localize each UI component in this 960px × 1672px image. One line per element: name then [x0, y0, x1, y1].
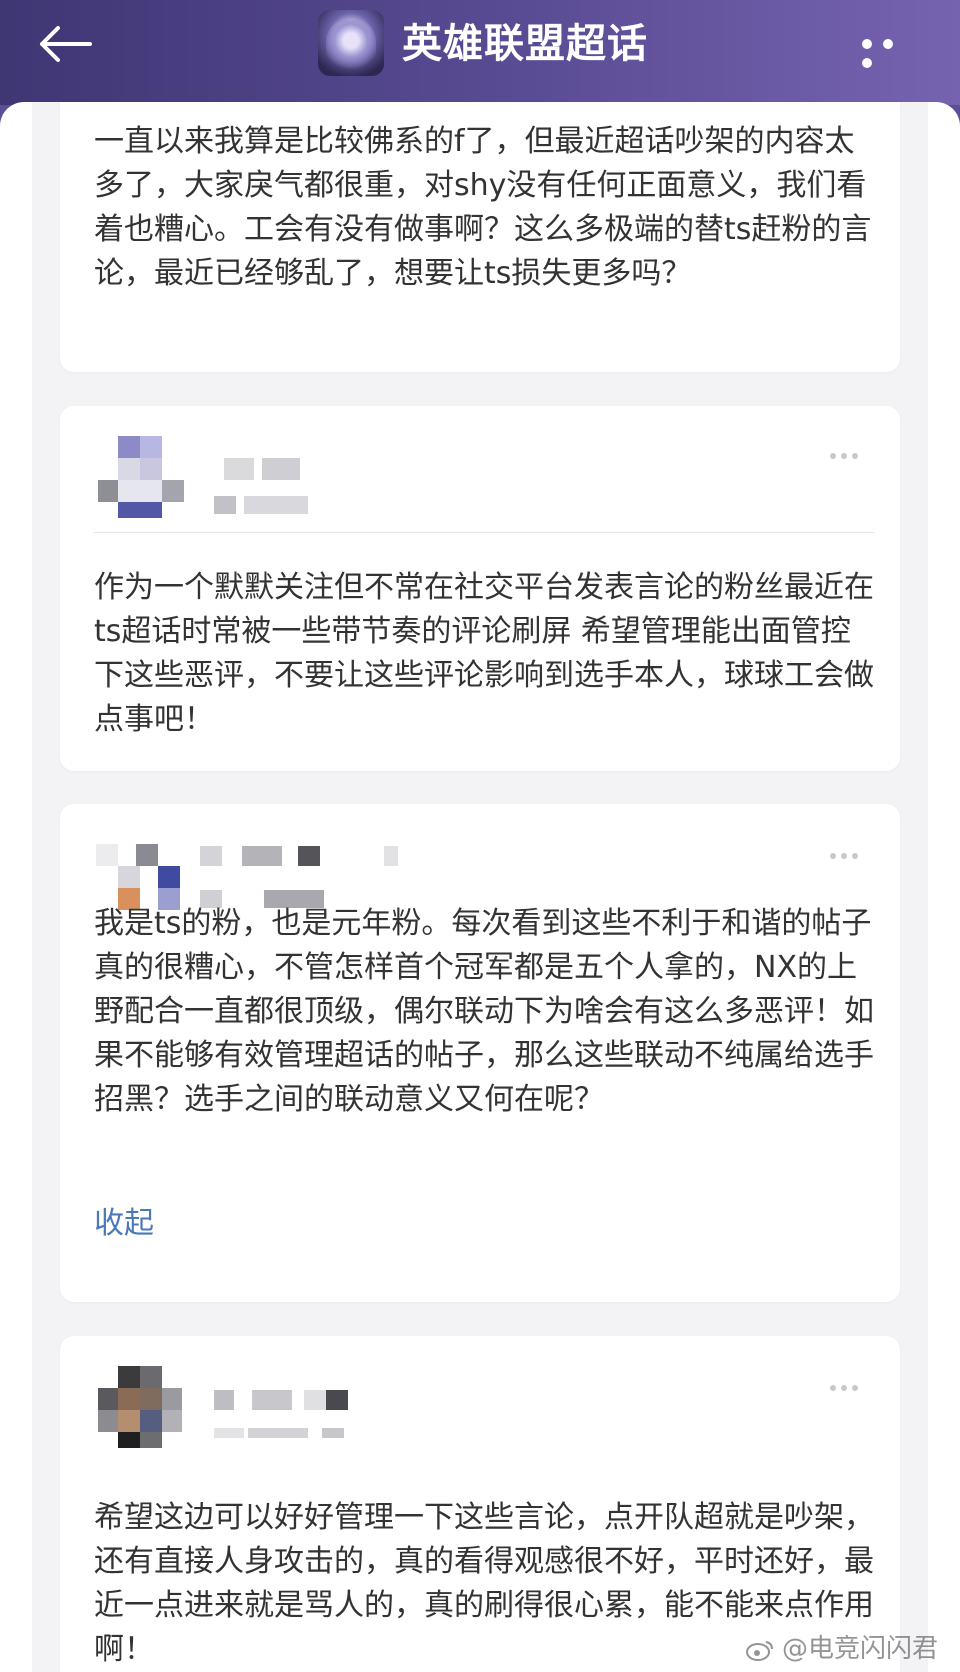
watermark: @电竞闪闪君 — [745, 1632, 938, 1666]
user-name-blurred — [214, 1390, 404, 1440]
post-text: 一直以来我算是比较佛系的f了，但最近超话吵架的内容太多了，大家戾气都很重，对sh… — [94, 124, 872, 291]
weibo-logo-icon — [745, 1640, 773, 1661]
more-dots-icon — [830, 1385, 836, 1391]
user-name-blurred — [200, 846, 460, 910]
post-card-2[interactable]: 作为一个默默关注但不常在社交平台发表言论的粉丝最近在ts超话时常被一些带节奏的评… — [60, 406, 900, 771]
arrow-left-icon — [40, 26, 92, 62]
post-more-button[interactable] — [830, 444, 866, 459]
post-card-4[interactable]: 希望这边可以好好管理一下这些言论，点开队超就是吵架，还有直接人身攻击的，真的看得… — [60, 1336, 900, 1672]
post-card-1[interactable]: 一直以来我算是比较佛系的f了，但最近超话吵架的内容太多了，大家戾气都很重，对sh… — [60, 102, 900, 372]
post-text: 作为一个默默关注但不常在社交平台发表言论的粉丝最近在ts超话时常被一些带节奏的评… — [94, 570, 874, 737]
post-more-button[interactable] — [830, 844, 866, 859]
more-button[interactable] — [862, 34, 924, 68]
collapse-link[interactable]: 收起 — [94, 1204, 154, 1244]
more-dots-icon — [830, 453, 836, 459]
post-card-3[interactable]: 我是ts的粉，也是元年粉。每次看到这些不利于和谐的帖子真的很糟心，不管怎样首个冠… — [60, 804, 900, 1302]
more-dots-icon — [862, 39, 872, 49]
divider — [94, 532, 874, 533]
user-name-blurred — [214, 458, 354, 518]
post-more-button[interactable] — [830, 1376, 866, 1391]
post-text: 我是ts的粉，也是元年粉。每次看到这些不利于和谐的帖子真的很糟心，不管怎样首个冠… — [94, 906, 874, 1117]
back-button[interactable] — [36, 24, 100, 64]
user-avatar[interactable] — [98, 1366, 182, 1448]
watermark-text: @电竞闪闪君 — [781, 1634, 938, 1664]
more-dots-icon — [830, 853, 836, 859]
user-avatar[interactable] — [98, 436, 184, 520]
top-bar: 英雄联盟超话 — [0, 0, 960, 105]
topic-avatar[interactable] — [318, 10, 384, 76]
page-title: 英雄联盟超话 — [402, 21, 648, 67]
